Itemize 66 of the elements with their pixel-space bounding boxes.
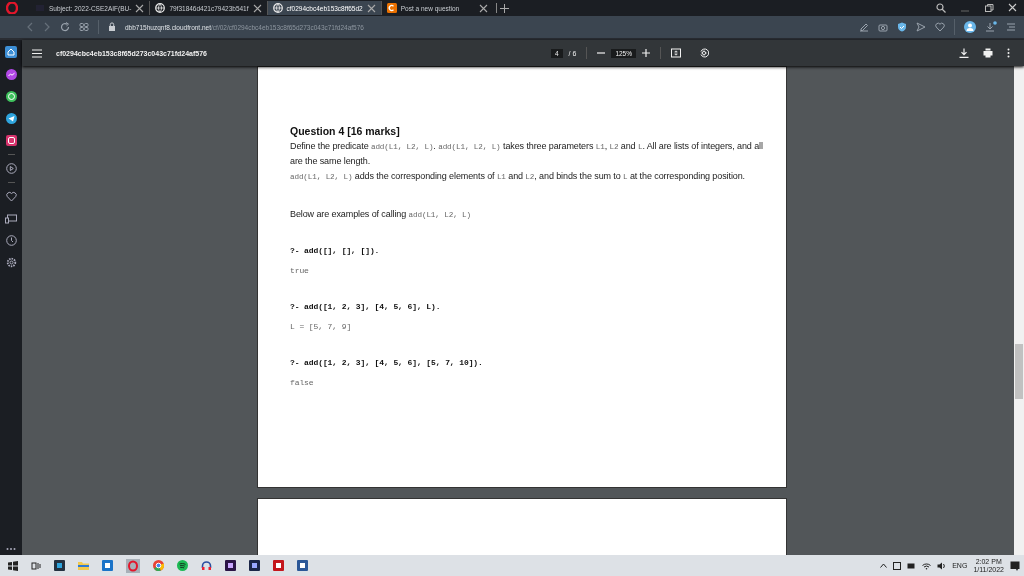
edit-icon[interactable]: [859, 22, 869, 32]
shield-icon[interactable]: [897, 22, 907, 32]
app-icon[interactable]: [225, 560, 236, 571]
scrollbar-thumb[interactable]: [1015, 344, 1023, 399]
headset-icon[interactable]: [201, 560, 212, 571]
telegram-icon[interactable]: [5, 113, 17, 124]
lock-icon: [108, 22, 116, 32]
task-view-icon[interactable]: [31, 560, 41, 571]
rotate-icon[interactable]: [699, 48, 709, 58]
example-query: ?- add([], [], []).: [290, 245, 381, 257]
app-icon[interactable]: [249, 560, 260, 571]
more-icon[interactable]: [1007, 48, 1010, 58]
chegg-icon: [386, 3, 397, 13]
globe-icon: [155, 3, 166, 13]
tray-icon[interactable]: [893, 561, 902, 570]
reload-icon[interactable]: [60, 22, 70, 32]
zoom-in-icon[interactable]: [642, 49, 650, 57]
print-icon[interactable]: [983, 48, 993, 58]
instagram-icon[interactable]: [5, 135, 17, 146]
home-icon[interactable]: [5, 46, 17, 58]
example-result: L = [5, 7, 9]: [290, 321, 353, 333]
fit-page-icon[interactable]: [671, 48, 681, 58]
app-icon[interactable]: [297, 560, 308, 571]
more-icon[interactable]: [6, 547, 16, 551]
avatar-icon[interactable]: [964, 21, 976, 33]
close-icon[interactable]: [135, 3, 145, 13]
new-tab-icon[interactable]: [499, 3, 509, 13]
clock-icon[interactable]: [5, 235, 17, 246]
whatsapp-icon[interactable]: [5, 91, 17, 102]
heart-icon[interactable]: [935, 22, 945, 32]
example-query: ?- add([1, 2, 3], [4, 5, 6], [5, 7, 10]).: [290, 357, 484, 369]
globe-icon: [272, 3, 283, 13]
notification-icon[interactable]: [1010, 560, 1020, 571]
volume-icon[interactable]: [937, 561, 947, 570]
caret-icon[interactable]: [880, 563, 888, 568]
example-query: ?- add([1, 2, 3], [4, 5, 6], L).: [290, 301, 442, 313]
battery-icon[interactable]: [907, 562, 917, 569]
zoom-out-icon[interactable]: [597, 49, 606, 57]
close-icon[interactable]: [478, 3, 488, 13]
messenger-icon[interactable]: [5, 69, 17, 80]
send-icon[interactable]: [916, 22, 926, 32]
search-icon[interactable]: [936, 3, 946, 13]
restore-icon[interactable]: [984, 3, 994, 13]
settings-icon[interactable]: [5, 257, 17, 268]
heart-icon[interactable]: [5, 191, 17, 202]
wifi-icon[interactable]: [922, 561, 932, 570]
close-icon[interactable]: [252, 3, 262, 13]
opera-icon[interactable]: [126, 558, 140, 573]
spotify-icon[interactable]: [177, 560, 188, 571]
folder-icon[interactable]: [78, 560, 89, 571]
opera-logo[interactable]: [6, 2, 18, 14]
grid-icon[interactable]: [79, 22, 89, 32]
windows-icon[interactable]: [8, 560, 18, 571]
question-heading: Question 4 [16 marks]: [290, 125, 401, 137]
example-result: false: [290, 377, 315, 389]
app-icon[interactable]: [54, 560, 65, 571]
player-icon[interactable]: [5, 163, 17, 174]
close-icon[interactable]: [1008, 3, 1018, 13]
camera-icon[interactable]: [878, 22, 888, 32]
app-icon[interactable]: [273, 560, 284, 571]
example-result: true: [290, 265, 310, 277]
download-icon[interactable]: [959, 48, 969, 58]
app-icon[interactable]: [102, 560, 113, 571]
devices-icon[interactable]: [5, 213, 17, 224]
chrome-icon[interactable]: [153, 560, 164, 571]
download-icon[interactable]: [985, 21, 997, 33]
